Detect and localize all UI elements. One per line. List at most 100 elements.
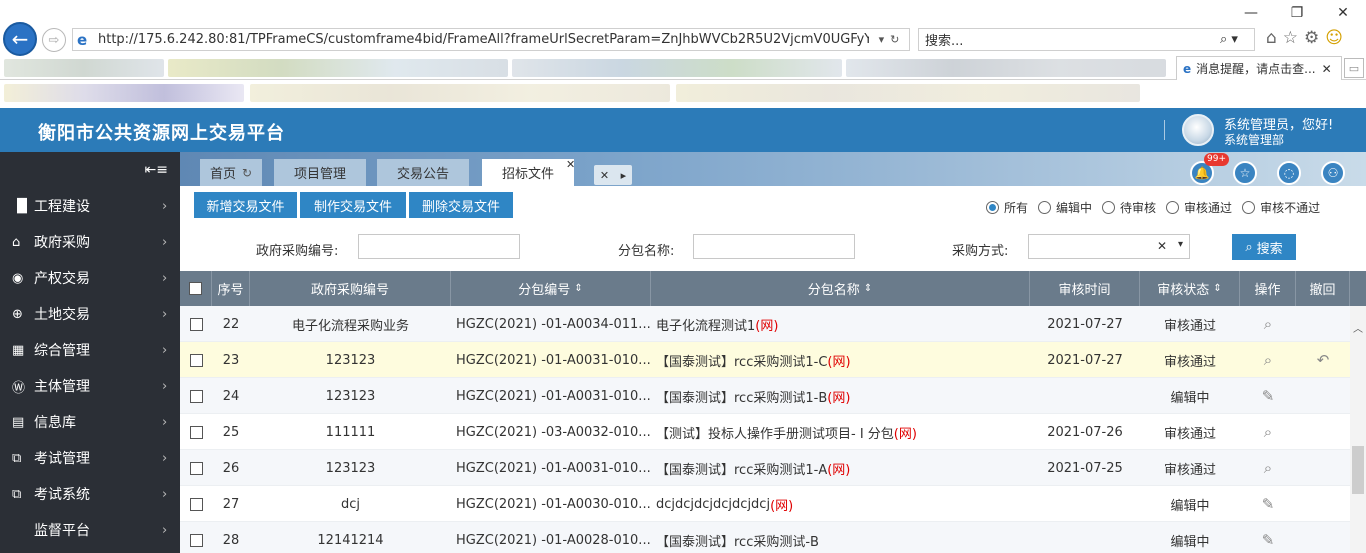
home-icon[interactable]: ⌂ [1266,28,1277,48]
delete-trade-file-button[interactable]: 删除交易文件 [409,192,513,218]
sort-icon[interactable]: ⇕ [864,283,872,294]
add-trade-file-button[interactable]: 新增交易文件 [194,192,297,218]
procurement-method-select[interactable]: ✕ ▾ [1028,234,1190,259]
sidebar-item-engineering[interactable]: ▐▌ 工程建设 › [0,188,180,224]
row-checkbox[interactable] [189,317,203,331]
search-button[interactable]: ⌕ 搜索 [1232,234,1296,260]
sort-icon[interactable]: ⇕ [574,283,582,294]
smiley-icon[interactable]: ☺ [1325,28,1343,48]
table-row[interactable]: 26 123123 HGZC(2021) -01-A0031-010... 【国泰测试… [180,450,1350,486]
dropdown-icon[interactable]: ▾ [879,33,885,46]
close-window-icon[interactable]: ✕ [1320,0,1366,26]
table-row[interactable]: 24 123123 HGZC(2021) -01-A0031-010... 【国泰测试… [180,378,1350,414]
sidebar-item-exam-admin[interactable]: ⧉ 考试管理 › [0,440,180,476]
tab-project-management[interactable]: 项目管理 [274,159,366,186]
new-tab-button[interactable]: ▭ [1344,58,1364,78]
package-name-link[interactable]: 【测试】投标人操作手册测试项目- I 分包 [656,423,894,442]
close-tab-icon[interactable]: ✕ [566,158,575,171]
package-name-link[interactable]: 电子化流程测试1 [656,315,755,334]
view-icon[interactable]: ⌕ [1264,315,1272,333]
row-checkbox[interactable] [189,461,203,475]
collapse-menu-icon[interactable]: ⇤≡ [145,162,168,178]
sidebar-item-supervision[interactable]: 监督平台 › [0,512,180,548]
close-tab-icon[interactable]: ✕ [1322,62,1332,76]
sidebar-item-property[interactable]: ◉ 产权交易 › [0,260,180,296]
sidebar-item-infobase[interactable]: ▤ 信息库 › [0,404,180,440]
refresh-icon[interactable]: ↻ [242,166,252,180]
bar-chart-icon: ▐▌ [12,198,32,214]
package-name-link[interactable]: 【国泰测试】rcc采购测试1-B [656,387,827,406]
forward-button[interactable]: ⇨ [42,28,66,52]
row-checkbox[interactable] [189,425,203,439]
cell-time: 2021-07-26 [1047,424,1123,440]
restore-icon[interactable]: ❐ [1274,0,1320,26]
tab-home[interactable]: 首页 ↻ [200,159,262,186]
sidebar-item-land[interactable]: ⊕ 土地交易 › [0,296,180,332]
undo-icon[interactable]: ↶ [1317,351,1330,369]
edit-icon[interactable]: ✎ [1262,531,1275,549]
cell-checkbox [180,414,212,450]
chat-icon[interactable]: ◌ [1277,161,1301,185]
package-name-input[interactable] [693,234,855,259]
browser-search-box[interactable]: 搜索... ⌕ ▾ [918,28,1255,51]
package-name-link[interactable]: dcjdcjdcjdcjdcjdcj [656,497,770,512]
row-checkbox[interactable] [189,497,203,511]
package-name-link[interactable]: 【国泰测试】rcc采购测试1-A [656,459,827,478]
table-row[interactable]: 25 111111 HGZC(2021) -03-A0032-010... 【测试】投… [180,414,1350,450]
sidebar-item-procurement[interactable]: ⌂ 政府采购 › [0,224,180,260]
sidebar-item-exam-system[interactable]: ⧉ 考试系统 › [0,476,180,512]
sidebar-item-general[interactable]: ▦ 综合管理 › [0,332,180,368]
clear-icon[interactable]: ✕ [1157,239,1167,253]
radio-editing[interactable]: 编辑中 [1038,199,1092,216]
view-icon[interactable]: ⌕ [1264,351,1272,369]
radio-pending[interactable]: 待审核 [1102,199,1156,216]
view-icon[interactable]: ⌕ [1264,459,1272,477]
procurement-code-input[interactable] [358,234,520,259]
tab-trade-announcement[interactable]: 交易公告 [377,159,469,186]
radio-all[interactable]: 所有 [986,199,1028,216]
address-bar[interactable]: e http://175.6.242.80:81/TPFrameCS/custo… [72,28,910,51]
col-package-code[interactable]: 分包编号 ⇕ [451,271,651,306]
star-icon[interactable]: ☆ [1283,28,1298,48]
row-checkbox[interactable] [189,353,203,367]
sidebar-item-entity[interactable]: Ⓦ 主体管理 › [0,368,180,404]
close-all-icon[interactable]: ✕ [600,169,609,182]
caret-right-icon[interactable]: ▸ [621,169,627,182]
tab-bid-documents[interactable]: 招标文件 [482,159,574,186]
search-icon[interactable]: ⌕ ▾ [1220,32,1254,47]
radio-approved[interactable]: 审核通过 [1166,199,1232,216]
package-name-link[interactable]: 【国泰测试】rcc采购测试-B [656,531,819,550]
cell-action: ⌕ [1240,342,1296,378]
avatar[interactable] [1182,114,1214,146]
radio-rejected[interactable]: 审核不通过 [1242,199,1320,216]
col-package-name[interactable]: 分包名称 ⇕ [651,271,1030,306]
edit-icon[interactable]: ✎ [1262,495,1275,513]
cell-no: 28 [222,532,240,548]
refresh-icon[interactable]: ↻ [890,33,899,46]
address-url[interactable]: http://175.6.242.80:81/TPFrameCS/customf… [98,32,869,47]
edit-icon[interactable]: ✎ [1262,387,1275,405]
scrollbar[interactable]: ︿ [1350,306,1366,553]
minimize-icon[interactable]: — [1228,0,1274,26]
back-button[interactable]: ← [3,22,37,56]
sort-icon[interactable]: ⇕ [1213,283,1221,294]
scrollbar-thumb[interactable] [1352,446,1364,494]
browser-active-tab[interactable]: e 消息提醒，请点击查... ✕ [1176,56,1342,80]
user-icon[interactable]: ⚇ [1321,161,1345,185]
scroll-up-icon[interactable]: ︿ [1353,320,1363,335]
gear-icon[interactable]: ⚙ [1304,28,1319,48]
table-row[interactable]: 27 dcj HGZC(2021) -01-A0030-010... dcjdcjdc… [180,486,1350,522]
chevron-down-icon[interactable]: ▾ [1178,239,1183,250]
row-checkbox[interactable] [189,389,203,403]
package-name-link[interactable]: 【国泰测试】rcc采购测试1-C [656,351,827,370]
row-checkbox[interactable] [189,533,203,547]
table-row[interactable]: 23 123123 HGZC(2021) -01-A0031-010... 【国泰测试… [180,342,1350,378]
table-row[interactable]: 28 12141214 HGZC(2021) -01-A0028-010... 【国泰… [180,522,1350,553]
select-all-checkbox-cell[interactable] [180,271,212,306]
col-review-status[interactable]: 审核状态 ⇕ [1140,271,1240,306]
view-icon[interactable]: ⌕ [1264,423,1272,441]
select-all-checkbox[interactable] [189,282,202,295]
table-row[interactable]: 22 电子化流程采购业务 HGZC(2021) -01-A0034-011... 电子… [180,306,1350,342]
star-icon[interactable]: ☆ [1233,161,1257,185]
make-trade-file-button[interactable]: 制作交易文件 [300,192,406,218]
